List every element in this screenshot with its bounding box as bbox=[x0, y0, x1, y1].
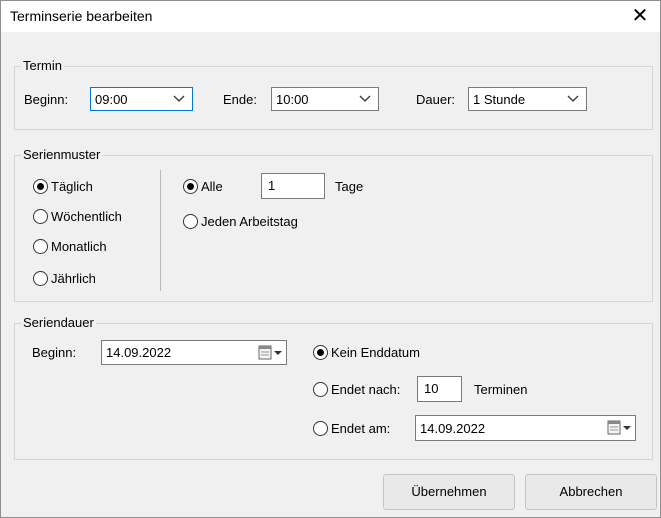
ende-time-value: 10:00 bbox=[276, 92, 309, 107]
terminen-label: Terminen bbox=[474, 382, 528, 397]
termin-dauer-label: Dauer: bbox=[416, 92, 456, 107]
calendar-icon[interactable] bbox=[607, 420, 633, 436]
beginn-date-picker[interactable]: 14.09.2022 bbox=[101, 340, 287, 365]
termin-legend: Termin bbox=[21, 58, 65, 73]
radio-monatlich-label[interactable]: Monatlich bbox=[51, 239, 107, 254]
chevron-down-icon bbox=[359, 95, 371, 102]
apply-button[interactable]: Übernehmen bbox=[383, 474, 515, 510]
radio-taeglich-label[interactable]: Täglich bbox=[51, 179, 93, 194]
radio-jaehrlich[interactable] bbox=[33, 271, 48, 286]
radio-jeden-arbeitstag[interactable] bbox=[183, 214, 198, 229]
radio-jaehrlich-label[interactable]: Jährlich bbox=[51, 271, 96, 286]
seriendauer-legend: Seriendauer bbox=[21, 315, 96, 330]
radio-endet-am[interactable] bbox=[313, 421, 328, 436]
beginn-date-value: 14.09.2022 bbox=[106, 345, 172, 360]
tage-label: Tage bbox=[335, 179, 364, 194]
radio-endet-nach-label[interactable]: Endet nach: bbox=[331, 382, 400, 397]
dauer-select[interactable]: 1 Stunde bbox=[468, 87, 587, 111]
chevron-down-icon bbox=[173, 95, 185, 102]
occurrences-value: 10 bbox=[424, 381, 439, 396]
radio-woechentlich-label[interactable]: Wöchentlich bbox=[51, 209, 122, 224]
radio-alle[interactable] bbox=[183, 179, 198, 194]
ende-time-select[interactable]: 10:00 bbox=[271, 87, 379, 111]
end-date-value: 14.09.2022 bbox=[420, 421, 486, 436]
termin-beginn-label: Beginn: bbox=[24, 92, 69, 107]
termin-group: Termin Beginn: 09:00 Ende: 10:00 Dauer: … bbox=[14, 58, 653, 130]
dialog-window: Terminserie bearbeiten ✕ Termin Beginn: … bbox=[0, 0, 661, 518]
radio-endet-nach[interactable] bbox=[313, 382, 328, 397]
radio-taeglich[interactable] bbox=[33, 179, 48, 194]
end-date-picker[interactable]: 14.09.2022 bbox=[415, 415, 636, 441]
interval-value: 1 bbox=[268, 178, 276, 193]
seriendauer-beginn-label: Beginn: bbox=[32, 345, 77, 360]
radio-jeden-arbeitstag-label[interactable]: Jeden Arbeitstag bbox=[201, 214, 298, 229]
cancel-button[interactable]: Abbrechen bbox=[525, 474, 657, 510]
radio-kein-enddatum[interactable] bbox=[313, 345, 328, 360]
dauer-value: 1 Stunde bbox=[473, 92, 526, 107]
beginn-time-select[interactable]: 09:00 bbox=[90, 87, 193, 111]
title-bar: Terminserie bearbeiten ✕ bbox=[1, 1, 660, 32]
interval-input[interactable]: 1 bbox=[261, 173, 325, 199]
termin-ende-label: Ende: bbox=[223, 92, 257, 107]
calendar-icon[interactable] bbox=[258, 345, 284, 361]
radio-woechentlich[interactable] bbox=[33, 209, 48, 224]
seriendauer-group: Seriendauer Beginn: 14.09.2022 Kein Endd… bbox=[14, 315, 653, 460]
beginn-time-value: 09:00 bbox=[95, 92, 128, 107]
radio-kein-enddatum-label[interactable]: Kein Enddatum bbox=[331, 345, 420, 360]
serienmuster-group: Serienmuster Täglich Wöchentlich Monatli… bbox=[14, 147, 653, 302]
pattern-separator bbox=[160, 170, 161, 291]
occurrences-input[interactable]: 10 bbox=[417, 376, 462, 402]
window-title: Terminserie bearbeiten bbox=[10, 8, 153, 24]
radio-alle-label[interactable]: Alle bbox=[201, 179, 223, 194]
radio-endet-am-label[interactable]: Endet am: bbox=[331, 421, 390, 436]
radio-monatlich[interactable] bbox=[33, 239, 48, 254]
serienmuster-legend: Serienmuster bbox=[21, 147, 103, 162]
close-icon[interactable]: ✕ bbox=[620, 1, 660, 32]
chevron-down-icon bbox=[567, 95, 579, 102]
